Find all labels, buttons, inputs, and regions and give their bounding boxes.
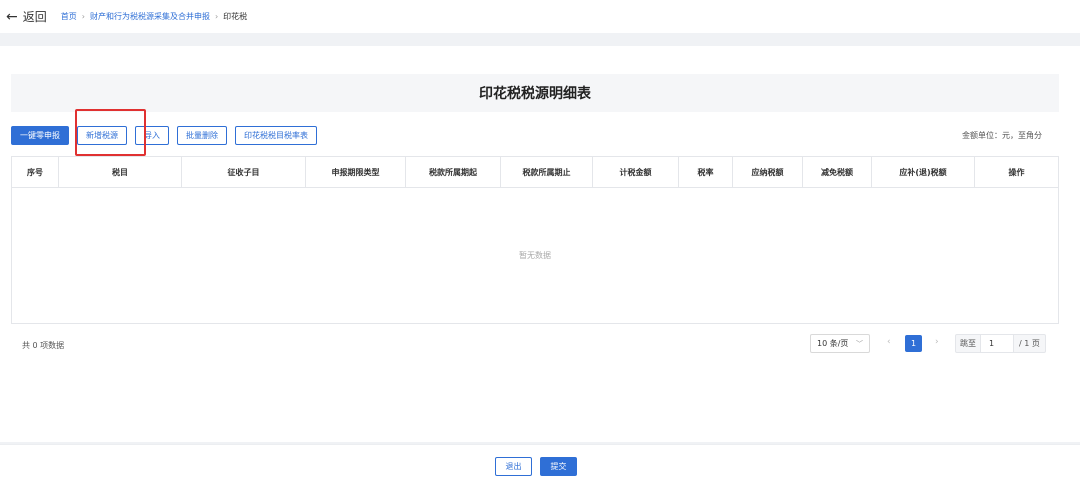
back-button[interactable]: ← 返回 xyxy=(6,8,47,25)
submit-button[interactable]: 提交 xyxy=(540,457,577,476)
prev-page-button[interactable]: ‹ xyxy=(887,337,891,347)
total-pages: / 1 页 xyxy=(1019,339,1040,348)
toolbar: 一键零申报 新增税源 导入 批量删除 印花税税目税率表 xyxy=(11,126,325,145)
main-panel: 印花税税源明细表 一键零申报 新增税源 导入 批量删除 印花税税目税率表 金额单… xyxy=(0,46,1080,442)
column-header: 应纳税额 xyxy=(733,157,803,187)
pagination-row: 共 0 项数据 10 条/页 ﹀ ‹ 1 › 跳至 1 / 1 页 xyxy=(11,334,1059,354)
column-header: 减免税额 xyxy=(803,157,872,187)
column-header: 征收子目 xyxy=(182,157,306,187)
table-header: 序号 税目 征收子目 申报期限类型 税款所属期起 税款所属期止 计税金额 税率 … xyxy=(12,157,1058,188)
page-size-select[interactable]: 10 条/页 ﹀ xyxy=(810,334,870,353)
batch-delete-button[interactable]: 批量删除 xyxy=(177,126,227,145)
page-title: 印花税税源明细表 xyxy=(479,86,591,102)
breadcrumb-collection[interactable]: 财产和行为税税源采集及合并申报 xyxy=(90,11,210,22)
back-label: 返回 xyxy=(22,10,47,24)
column-header: 税款所属期起 xyxy=(406,157,501,187)
jump-label: 跳至 xyxy=(960,339,976,348)
column-header: 操作 xyxy=(1008,167,1025,177)
chevron-right-icon: › xyxy=(81,12,85,21)
exit-button[interactable]: 退出 xyxy=(495,457,532,476)
chevron-right-icon: › xyxy=(214,12,219,21)
column-header: 税率 xyxy=(679,157,733,187)
title-bar: 印花税税源明细表 xyxy=(11,74,1059,112)
page-number-button[interactable]: 1 xyxy=(905,335,922,352)
next-page-button[interactable]: › xyxy=(935,337,939,347)
breadcrumb: 首页 › 财产和行为税税源采集及合并申报 › 印花税 xyxy=(61,11,247,22)
unit-note: 金额单位：元，至角分 xyxy=(962,131,1042,140)
highlight-box xyxy=(75,109,146,156)
column-header: 计税金额 xyxy=(593,157,679,187)
breadcrumb-home[interactable]: 首页 xyxy=(61,11,77,22)
total-count: 共 0 项数据 xyxy=(22,341,65,350)
chevron-down-icon: ﹀ xyxy=(856,339,863,348)
top-bar: ← 返回 首页 › 财产和行为税税源采集及合并申报 › 印花税 xyxy=(0,0,1080,33)
tax-source-table: 序号 税目 征收子目 申报期限类型 税款所属期起 税款所属期止 计税金额 税率 … xyxy=(11,156,1059,324)
column-header: 序号 xyxy=(12,157,59,187)
column-header: 申报期限类型 xyxy=(306,157,406,187)
page-jump: 跳至 1 / 1 页 xyxy=(955,334,1046,353)
column-header: 税目 xyxy=(59,157,182,187)
arrow-left-icon: ← xyxy=(6,8,18,25)
bottom-action-bar: 退出 提交 xyxy=(0,444,1080,481)
column-header: 税款所属期止 xyxy=(501,157,593,187)
page-size-value: 10 条/页 xyxy=(817,339,849,348)
breadcrumb-current: 印花税 xyxy=(223,12,248,21)
empty-state: 暂无数据 xyxy=(519,251,551,260)
jump-page-input[interactable]: 1 xyxy=(980,335,1014,352)
rate-table-button[interactable]: 印花税税目税率表 xyxy=(235,126,317,145)
zero-declare-button[interactable]: 一键零申报 xyxy=(11,126,69,145)
column-header: 应补(退)税额 xyxy=(872,157,975,187)
